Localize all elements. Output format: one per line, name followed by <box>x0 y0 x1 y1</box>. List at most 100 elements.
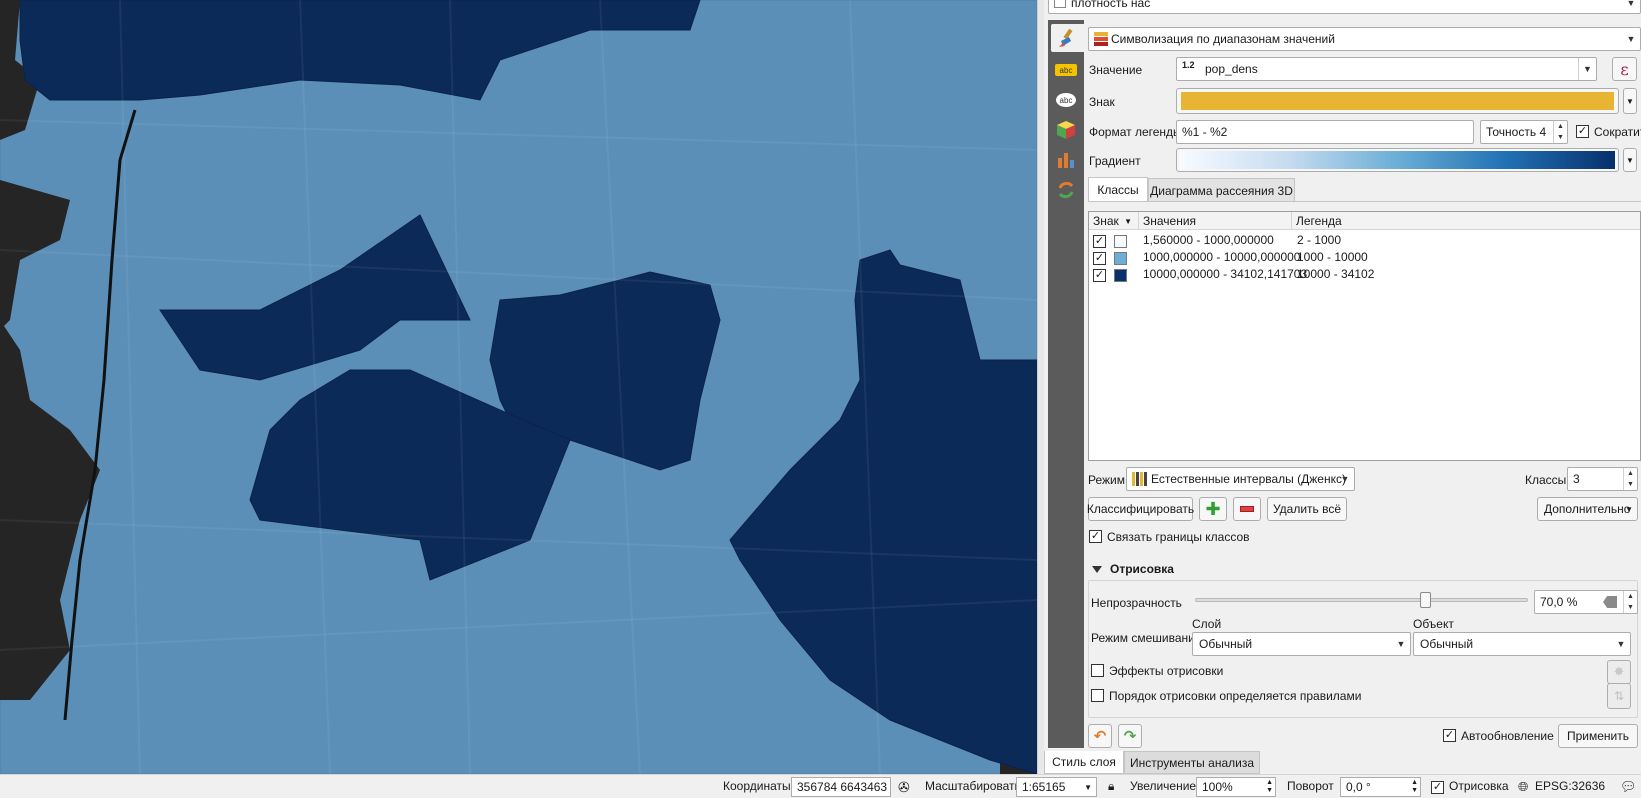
apply-button[interactable]: Применить <box>1558 724 1638 748</box>
link-bounds-checkbox[interactable]: ✓ <box>1089 530 1102 543</box>
redo-button[interactable]: ↷ <box>1118 724 1142 748</box>
render-checkbox[interactable]: ✓ <box>1431 781 1444 794</box>
class-legend[interactable]: 10000 - 34102 <box>1297 267 1374 281</box>
table-row[interactable]: ✓ 1,560000 - 1000,000000 2 - 1000 <box>1089 232 1640 250</box>
color-ramp-dropdown[interactable]: ▼ <box>1623 148 1637 172</box>
classes-table[interactable]: Знак ▼ Значения Легенда ✓ 1,560000 - 100… <box>1088 211 1641 461</box>
svg-text:abc: abc <box>1060 66 1073 75</box>
toggle-extents-icon[interactable]: ✇ <box>898 779 910 796</box>
classes-count-spinbox[interactable]: 3 ▲ ▼ <box>1567 467 1638 491</box>
opacity-slider-handle[interactable] <box>1420 592 1431 608</box>
scale-value: 1:65165 <box>1022 780 1066 794</box>
class-color-swatch[interactable] <box>1114 269 1127 282</box>
magnifier-field[interactable]: 100% ▲ ▼ <box>1196 777 1276 797</box>
class-color-swatch[interactable] <box>1114 235 1127 248</box>
redo-icon: ↷ <box>1123 728 1137 745</box>
remove-class-button[interactable] <box>1233 497 1261 521</box>
svg-text:abc: abc <box>1060 96 1073 105</box>
row-visible-checkbox[interactable]: ✓ <box>1093 269 1106 282</box>
class-legend[interactable]: 1000 - 10000 <box>1297 250 1368 264</box>
add-class-button[interactable]: ✚ <box>1199 497 1227 521</box>
mode-select[interactable]: Естественные интервалы (Дженкс) ▼ <box>1126 467 1355 491</box>
rule-order-button[interactable]: ⇅ <box>1607 683 1631 709</box>
chevron-down-icon: ▼ <box>1396 639 1406 649</box>
live-update-checkbox[interactable]: ✓ <box>1443 729 1456 742</box>
3d-view-tab[interactable] <box>1051 116 1081 144</box>
rendering-section-title: Отрисовка <box>1110 562 1174 576</box>
messages-icon[interactable]: 💬︎ <box>1620 779 1637 795</box>
feature-blend-select[interactable]: Обычный ▼ <box>1413 632 1631 656</box>
clear-field-icon[interactable] <box>1603 596 1617 608</box>
link-bounds-label: Связать границы классов <box>1107 530 1250 544</box>
class-color-swatch[interactable] <box>1114 252 1127 265</box>
rendering-section-header[interactable]: Отрисовка <box>1092 562 1174 576</box>
globe-icon[interactable]: 🌐︎ <box>1518 779 1528 795</box>
classes-table-header: Знак ▼ Значения Легенда <box>1089 212 1640 230</box>
layer-selector-value: плотность нас <box>1071 0 1151 10</box>
graduated-renderer-icon <box>1094 32 1108 46</box>
history-arrows-icon <box>1058 181 1074 199</box>
map-canvas[interactable] <box>0 0 1037 774</box>
col-header-symbol[interactable]: Знак ▼ <box>1089 212 1139 230</box>
renderer-value: Символизация по диапазонам значений <box>1111 32 1335 46</box>
advanced-button[interactable]: Дополнительно ▼ <box>1537 497 1638 521</box>
chevron-down-icon: ▼ <box>1578 58 1596 80</box>
epsilon-icon: ε <box>1620 59 1629 79</box>
legend-format-input[interactable]: %1 - %2 <box>1176 120 1474 144</box>
dock-tab-processing-toolbox[interactable]: Инструменты анализа <box>1124 751 1260 774</box>
value-field-select[interactable]: 1.2 pop_dens ▼ <box>1176 57 1597 81</box>
layer-selector[interactable]: плотность нас ▼ <box>1048 0 1641 14</box>
symbol-dropdown[interactable]: ▼ <box>1623 88 1637 114</box>
effects-settings-button[interactable]: ✸ <box>1607 660 1631 684</box>
rotation-value: 0,0 ° <box>1346 780 1371 794</box>
spin-arrows-icon: ▲ ▼ <box>1623 591 1637 613</box>
class-values[interactable]: 10000,000000 - 34102,141703 <box>1143 267 1307 281</box>
class-legend[interactable]: 2 - 1000 <box>1297 233 1341 247</box>
masks-tab[interactable]: abc <box>1051 86 1081 114</box>
trim-zeros-checkbox[interactable]: ✓ <box>1576 125 1589 138</box>
value-label: Значение <box>1089 63 1143 77</box>
expression-button[interactable]: ε <box>1612 57 1637 81</box>
legend-format-value: %1 - %2 <box>1182 125 1228 139</box>
crs-label[interactable]: EPSG:32636 <box>1535 779 1605 793</box>
diagrams-tab[interactable] <box>1051 146 1081 174</box>
opacity-spinbox[interactable]: 70,0 % ▲ ▼ <box>1534 590 1638 614</box>
class-values[interactable]: 1000,000000 - 10000,000000 <box>1143 250 1300 264</box>
class-values[interactable]: 1,560000 - 1000,000000 <box>1143 233 1274 247</box>
renderer-select[interactable]: Символизация по диапазонам значений ▼ <box>1088 27 1641 51</box>
dock-splitter[interactable] <box>1037 0 1044 774</box>
col-header-values[interactable]: Значения <box>1139 212 1292 230</box>
spin-arrows-icon: ▲ ▼ <box>1553 121 1567 143</box>
delete-all-button[interactable]: Удалить всё <box>1267 497 1347 521</box>
history-tab[interactable] <box>1051 176 1081 204</box>
tab-histogram[interactable]: Диаграмма рассеяния 3D <box>1148 178 1295 202</box>
dock-tab-layer-style-label: Стиль слоя <box>1052 755 1116 769</box>
labels-tab[interactable]: abc <box>1051 56 1081 84</box>
sort-arrow-icon: ▼ <box>1124 216 1132 226</box>
scale-field[interactable]: 1:65165 ▼ <box>1016 777 1097 797</box>
scale-label: Масштабировать <box>925 779 1021 793</box>
dock-tab-layer-style[interactable]: Стиль слоя <box>1044 751 1124 774</box>
magnifier-value: 100% <box>1202 780 1233 794</box>
rotation-field[interactable]: 0,0 ° ▲ ▼ <box>1340 777 1421 797</box>
lock-scale-icon[interactable]: 🔒︎ <box>1108 779 1114 794</box>
classify-button[interactable]: Классифицировать <box>1087 497 1194 521</box>
field-type-prefix: 1.2 <box>1182 60 1195 70</box>
col-header-legend[interactable]: Легенда <box>1292 212 1641 230</box>
table-row[interactable]: ✓ 10000,000000 - 34102,141703 10000 - 34… <box>1089 266 1640 284</box>
draw-effects-checkbox[interactable] <box>1091 664 1104 677</box>
row-visible-checkbox[interactable]: ✓ <box>1093 252 1106 265</box>
color-ramp-button[interactable] <box>1176 148 1619 172</box>
undo-button[interactable]: ↶ <box>1088 724 1112 748</box>
opacity-slider[interactable] <box>1195 592 1528 608</box>
rule-order-checkbox[interactable] <box>1091 689 1104 702</box>
layer-blend-select[interactable]: Обычный ▼ <box>1192 632 1411 656</box>
coords-field[interactable]: 356784 6643463 <box>791 777 891 797</box>
precision-spinbox[interactable]: Точность 4 ▲ ▼ <box>1480 120 1568 144</box>
trim-zeros-label: Сократить нули <box>1594 125 1641 139</box>
tab-classes[interactable]: Классы <box>1088 177 1148 202</box>
symbology-tab[interactable] <box>1051 24 1084 52</box>
table-row[interactable]: ✓ 1000,000000 - 10000,000000 1000 - 1000… <box>1089 249 1640 267</box>
row-visible-checkbox[interactable]: ✓ <box>1093 235 1106 248</box>
symbol-button[interactable] <box>1176 88 1619 114</box>
